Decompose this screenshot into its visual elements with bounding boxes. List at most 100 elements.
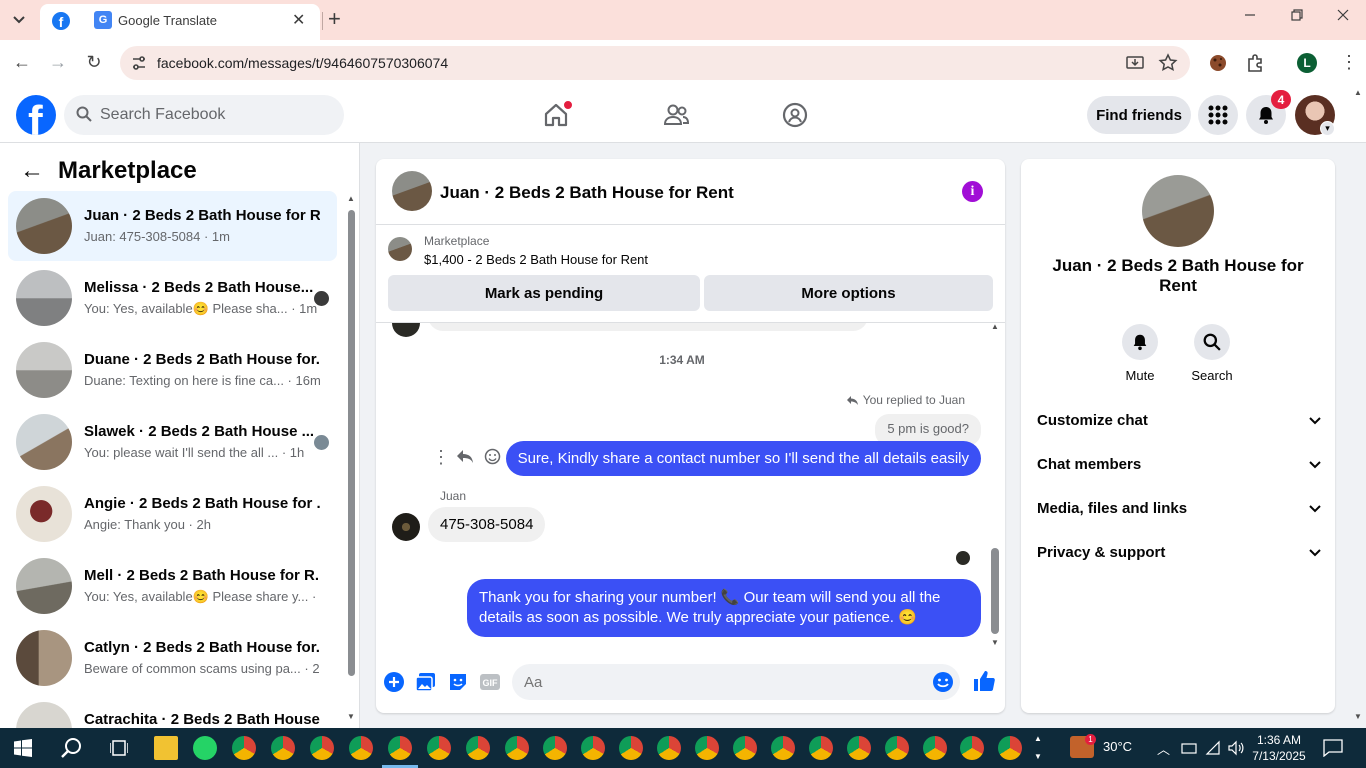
windows-start-icon[interactable] xyxy=(14,739,32,757)
profile-avatar[interactable]: L xyxy=(1297,53,1317,73)
facebook-logo-icon[interactable]: f xyxy=(16,95,56,135)
chrome-profile-icon[interactable] xyxy=(271,736,295,760)
conversation-item[interactable]: Slawek · 2 Beds 2 Bath House ... You: pl… xyxy=(8,407,337,477)
scroll-up-icon[interactable]: ▲ xyxy=(347,194,355,203)
chat-scrollbar[interactable]: ▲ ▼ xyxy=(988,322,1002,652)
back-arrow-icon[interactable]: ← xyxy=(20,157,44,185)
chrome-profile-icon[interactable] xyxy=(695,736,719,760)
sidebar-scrollbar[interactable]: ▲ ▼ xyxy=(347,194,356,722)
install-app-icon[interactable] xyxy=(1125,53,1145,73)
scroll-up-icon[interactable]: ▲ xyxy=(1354,88,1362,97)
close-window-icon[interactable] xyxy=(1336,8,1350,27)
privacy-support-section[interactable]: Privacy & support xyxy=(1037,544,1321,568)
conversation-item[interactable]: Juan · 2 Beds 2 Bath House for R... Juan… xyxy=(8,191,337,261)
scrollbar-thumb[interactable] xyxy=(991,548,999,634)
facebook-search-input[interactable]: Search Facebook xyxy=(64,95,344,135)
chrome-profile-icon[interactable] xyxy=(388,736,412,760)
browser-menu-icon[interactable]: ⋮ xyxy=(1340,52,1358,73)
whatsapp-icon[interactable] xyxy=(193,736,217,760)
outgoing-message[interactable]: Sure, Kindly share a contact number so I… xyxy=(505,441,981,476)
friends-icon[interactable] xyxy=(659,98,693,132)
chrome-profile-icon[interactable] xyxy=(619,736,643,760)
tab-google-translate[interactable]: G Google Translate ✕ xyxy=(88,4,324,36)
chrome-profile-icon[interactable] xyxy=(466,736,490,760)
mark-as-pending-button[interactable]: Mark as pending xyxy=(388,275,700,311)
customize-chat-section[interactable]: Customize chat xyxy=(1037,412,1321,436)
chrome-profile-icon[interactable] xyxy=(809,736,833,760)
scroll-down-icon[interactable]: ▼ xyxy=(991,638,999,647)
scroll-up-icon[interactable]: ▲ xyxy=(991,322,999,331)
chrome-profile-icon[interactable] xyxy=(232,736,256,760)
tab-search-chevron-icon[interactable] xyxy=(6,8,32,32)
react-emoji-icon[interactable] xyxy=(484,448,501,465)
network-icon[interactable] xyxy=(1181,740,1197,756)
restore-icon[interactable] xyxy=(1290,8,1304,27)
listing-thumbnail[interactable] xyxy=(388,237,412,261)
chat-avatar[interactable] xyxy=(392,171,432,211)
minimize-icon[interactable] xyxy=(1243,8,1257,27)
chrome-profile-icon[interactable] xyxy=(581,736,605,760)
chrome-profile-icon[interactable] xyxy=(923,736,947,760)
conversation-item[interactable]: Duane · 2 Beds 2 Bath House for... Duane… xyxy=(8,335,337,405)
bookmark-star-icon[interactable] xyxy=(1158,53,1178,73)
info-icon[interactable]: i xyxy=(962,181,983,202)
media-files-links-section[interactable]: Media, files and links xyxy=(1037,500,1321,524)
chrome-profile-icon[interactable] xyxy=(885,736,909,760)
thumbs-up-icon[interactable] xyxy=(972,669,996,693)
chrome-profile-icon[interactable] xyxy=(657,736,681,760)
site-settings-icon[interactable] xyxy=(130,54,148,72)
forward-icon[interactable]: → xyxy=(46,50,70,74)
chrome-profile-icon[interactable] xyxy=(543,736,567,760)
reply-action-icon[interactable] xyxy=(456,448,474,464)
weather-temp[interactable]: 30°C xyxy=(1103,739,1132,754)
emoji-icon[interactable] xyxy=(932,671,954,693)
conversation-item[interactable]: Angie · 2 Beds 2 Bath House for ... Angi… xyxy=(8,479,337,549)
conversation-item[interactable]: Mell · 2 Beds 2 Bath House for R... You:… xyxy=(8,551,337,621)
conversation-item[interactable]: Catlyn · 2 Beds 2 Bath House for... Bewa… xyxy=(8,623,337,693)
address-bar[interactable]: facebook.com/messages/t/9464607570306074 xyxy=(120,46,1190,80)
plus-icon[interactable] xyxy=(383,671,405,693)
profile-photo[interactable] xyxy=(1142,175,1214,247)
search-in-chat-button[interactable]: Search xyxy=(1182,324,1242,383)
outgoing-message[interactable]: Thank you for sharing your number! 📞 Our… xyxy=(467,579,981,637)
chrome-profile-icon[interactable] xyxy=(427,736,451,760)
menu-grid-icon[interactable] xyxy=(1198,95,1238,135)
show-hidden-icons-icon[interactable]: ︿ xyxy=(1157,739,1170,758)
chrome-profile-icon[interactable] xyxy=(771,736,795,760)
page-scrollbar[interactable]: ▲ ▼ xyxy=(1351,88,1366,728)
groups-icon[interactable] xyxy=(778,98,812,132)
mute-button[interactable]: Mute xyxy=(1110,324,1170,383)
gif-icon[interactable]: GIF xyxy=(479,671,501,693)
conversation-item[interactable]: Catrachita · 2 Beds 2 Bath House... xyxy=(8,695,337,728)
message-more-icon[interactable]: ⋮ xyxy=(432,447,450,468)
taskbar-overflow-icon[interactable]: ▲ ▼ xyxy=(1034,730,1042,766)
sticker-icon[interactable] xyxy=(447,671,469,693)
incoming-message[interactable]: 475-308-5084 xyxy=(428,507,546,542)
new-tab-icon[interactable]: + xyxy=(328,8,341,30)
sender-avatar[interactable] xyxy=(392,513,420,541)
chrome-profile-icon[interactable] xyxy=(349,736,373,760)
scroll-down-icon[interactable]: ▼ xyxy=(1354,712,1362,721)
find-friends-button[interactable]: Find friends xyxy=(1087,96,1191,134)
chat-members-section[interactable]: Chat members xyxy=(1037,456,1321,480)
chrome-profile-icon[interactable] xyxy=(505,736,529,760)
chrome-profile-icon[interactable] xyxy=(310,736,334,760)
taskbar-search-icon[interactable] xyxy=(60,737,82,759)
message-input[interactable] xyxy=(512,664,960,700)
chrome-profile-icon[interactable] xyxy=(847,736,871,760)
more-options-button[interactable]: More options xyxy=(704,275,993,311)
back-icon[interactable]: ← xyxy=(10,50,34,74)
task-view-icon[interactable] xyxy=(110,739,128,757)
chrome-profile-icon[interactable] xyxy=(733,736,757,760)
extensions-puzzle-icon[interactable] xyxy=(1245,53,1265,73)
notification-center-icon[interactable] xyxy=(1323,739,1343,757)
account-chevron-icon[interactable]: ▾ xyxy=(1320,121,1335,136)
scrollbar-thumb[interactable] xyxy=(348,210,355,676)
chrome-profile-icon[interactable] xyxy=(960,736,984,760)
conversation-item[interactable]: Melissa · 2 Beds 2 Bath House... You: Ye… xyxy=(8,263,337,333)
file-explorer-icon[interactable] xyxy=(154,736,178,760)
cookie-extension-icon[interactable] xyxy=(1209,54,1227,72)
reload-icon[interactable]: ↻ xyxy=(82,50,106,74)
close-tab-icon[interactable]: ✕ xyxy=(292,10,305,30)
scroll-down-icon[interactable]: ▼ xyxy=(347,712,355,721)
